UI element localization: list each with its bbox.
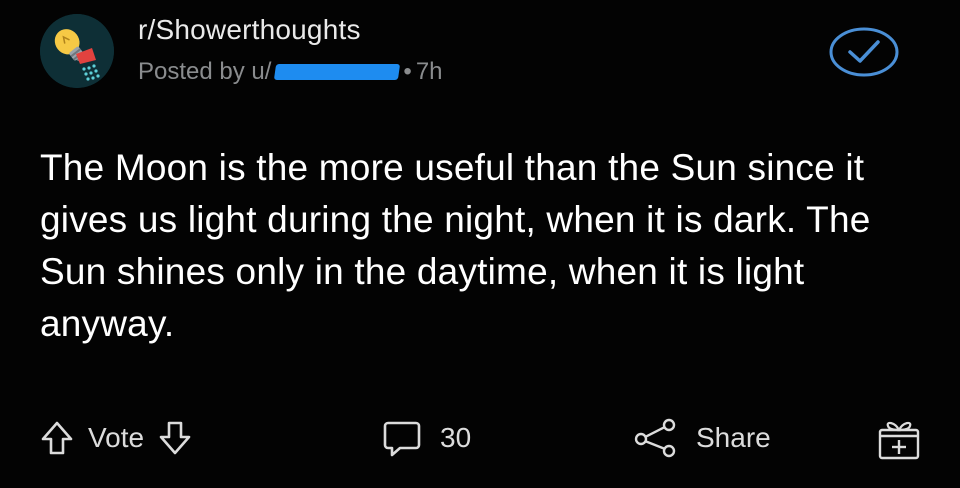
posted-by-label: Posted by u/: [138, 58, 272, 85]
subreddit-avatar[interactable]: [40, 14, 114, 88]
share-button[interactable]: Share: [632, 412, 771, 464]
downvote-button[interactable]: [158, 420, 192, 456]
subreddit-name[interactable]: r/Showerthoughts: [138, 14, 361, 46]
award-button[interactable]: [876, 412, 922, 464]
share-icon: [634, 418, 676, 458]
meta-separator: •: [403, 58, 412, 85]
upvote-button[interactable]: [40, 420, 74, 456]
comment-bubble-icon: [383, 421, 421, 457]
joined-button[interactable]: [828, 26, 900, 78]
action-bar: Vote 30 Share: [0, 412, 960, 464]
comments-button[interactable]: 30: [382, 412, 471, 464]
share-label: Share: [696, 422, 771, 453]
vote-label: Vote: [88, 422, 145, 453]
shower-lightbulb-icon: [40, 14, 114, 88]
vote-group: Vote: [40, 412, 192, 464]
redacted-username: [274, 64, 401, 80]
gift-icon: [878, 421, 920, 460]
post-meta: Posted by u/ • 7h: [138, 58, 443, 86]
post-card[interactable]: r/Showerthoughts Posted by u/ • 7h The M…: [0, 0, 960, 488]
post-title[interactable]: The Moon is the more useful than the Sun…: [40, 142, 920, 350]
checkmark-circle-icon: [829, 27, 899, 77]
comments-count: 30: [440, 422, 472, 453]
post-age: 7h: [415, 58, 443, 85]
arrow-up-icon: [41, 421, 73, 455]
arrow-down-icon: [159, 421, 191, 455]
